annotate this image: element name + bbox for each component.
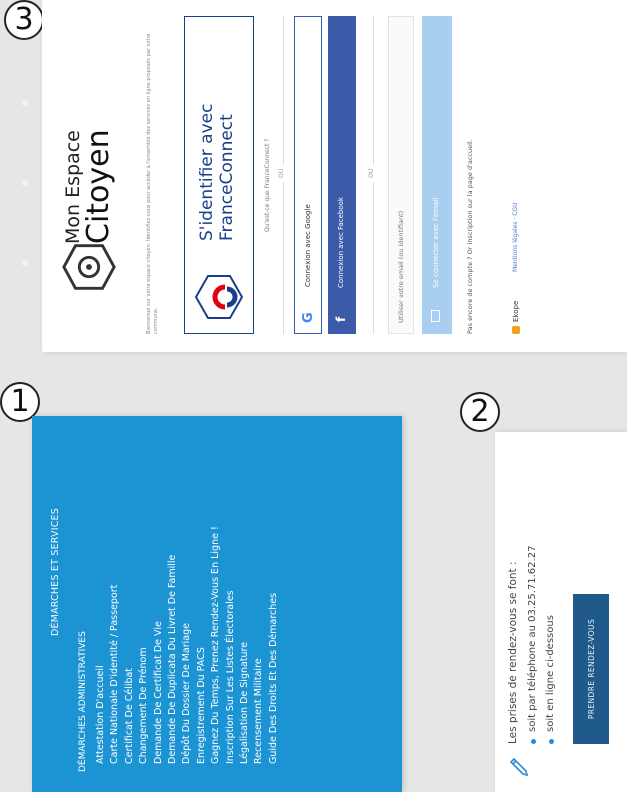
or-label: OU <box>278 164 285 182</box>
menu-item[interactable]: Guide Des Droits Et Des Démarches <box>267 444 281 764</box>
menu-item[interactable]: Demande De Certificat De Vie <box>152 444 166 764</box>
menu-subtitle[interactable]: DÉMARCHES ADMINISTRATIVES <box>78 472 88 772</box>
google-login-button[interactable]: G Connexion avec Google <box>294 16 322 334</box>
menu-item[interactable]: Dépôt Du Dossier De Mariage <box>180 444 194 764</box>
citoyen-logo-icon <box>62 244 116 290</box>
menu-item[interactable]: Légalisation De Signature <box>238 444 252 764</box>
step-badge-2: 2 <box>460 392 500 432</box>
menu-item[interactable]: Gagnez Du Temps, Prenez Rendez-Vous En L… <box>209 444 223 764</box>
brand-logo-icon <box>512 326 520 334</box>
email-login-button[interactable]: Se connecter avec l'email <box>422 16 452 334</box>
rendezvous-intro: Les prises de rendez-vous se font : <box>507 561 519 744</box>
login-panel: Mon Espace Citoyen Bienvenue sur votre e… <box>42 0 627 352</box>
facebook-icon: f <box>334 316 348 322</box>
envelope-icon <box>431 310 440 322</box>
demarches-panel: DÉMARCHES ET SERVICES DÉMARCHES ADMINIST… <box>32 416 402 792</box>
google-login-label: Connexion avec Google <box>304 204 312 287</box>
menu-item[interactable]: Inscription Sur Les Listes Électorales <box>224 444 238 764</box>
menu-item[interactable]: Changement De Prénom <box>137 444 151 764</box>
google-icon: G <box>301 312 316 323</box>
pencil-icon <box>509 757 529 777</box>
franceconnect-label: S'identifier avec FranceConnect <box>197 104 237 241</box>
menu-item[interactable]: Recensement Militaire <box>252 444 266 764</box>
email-login-label: Se connecter avec l'email <box>432 197 440 288</box>
menu-item[interactable]: Attestation D'accueil <box>94 444 108 764</box>
demarches-list: Attestation D'accueil Carte Nationale D'… <box>94 444 281 764</box>
rotated-stage: 1 DÉMARCHES ET SERVICES DÉMARCHES ADMINI… <box>0 0 627 792</box>
step-badge-3: 3 <box>4 0 44 40</box>
logo-text-line2: Citoyen <box>81 129 116 244</box>
facebook-login-button[interactable]: f Connexion avec Facebook <box>328 16 356 334</box>
franceconnect-logo-icon <box>194 275 244 319</box>
legal-link[interactable]: Mentions légales · CGU <box>512 203 519 272</box>
or-divider: OU <box>278 16 288 334</box>
franceconnect-button[interactable]: S'identifier avec FranceConnect <box>184 16 254 334</box>
footer-brand-label: Ekope <box>512 300 520 322</box>
menu-title: DÉMARCHES ET SERVICES <box>50 507 61 637</box>
email-field[interactable] <box>388 16 414 334</box>
rendezvous-online-option: soit en ligne ci-dessous <box>545 615 556 732</box>
facebook-login-label: Connexion avec Facebook <box>337 197 345 288</box>
menu-item[interactable]: Certificat De Célibat <box>123 444 137 764</box>
or-divider: OU <box>368 16 378 334</box>
rendezvous-panel: Les prises de rendez-vous se font : soit… <box>495 432 627 792</box>
book-appointment-button[interactable]: PRENDRE RENDEZ-VOUS <box>573 594 609 744</box>
no-account-text: Pas encore de compte ? Or inscription su… <box>466 139 474 334</box>
rendezvous-phone-option: soit par téléphone au 03.25.71.62.27 <box>527 545 538 732</box>
footer-brand: Ekope <box>512 301 520 334</box>
franceconnect-label-line2: FranceConnect <box>217 114 237 241</box>
login-intro-text: Bienvenue sur votre espace citoyen. Iden… <box>146 33 159 335</box>
menu-item[interactable]: Demande De Duplicata Du Livret De Famill… <box>166 444 180 764</box>
menu-item[interactable]: Enregistrement Du PACS <box>195 444 209 764</box>
franceconnect-info-link[interactable]: Qu'est-ce que FranceConnect ? <box>264 139 271 232</box>
menu-item[interactable]: Carte Nationale D'identité / Passeport <box>108 444 122 764</box>
or-label: OU <box>368 164 375 182</box>
franceconnect-label-line1: S'identifier avec <box>197 103 217 241</box>
